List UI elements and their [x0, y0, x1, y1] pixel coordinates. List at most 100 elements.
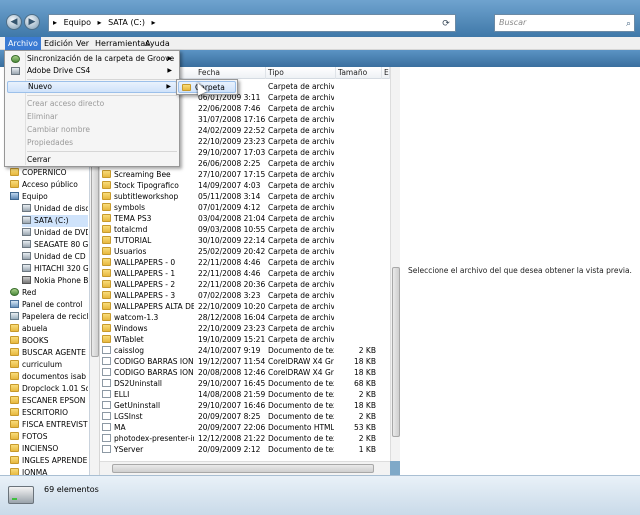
nav-item[interactable]: Unidad de CD ( — [22, 251, 88, 263]
menu-item-eliminar[interactable]: Eliminar — [7, 111, 177, 123]
file-size — [336, 158, 376, 169]
nav-item[interactable]: IONMA — [10, 467, 88, 475]
file-date: 22/11/2008 20:36 — [198, 280, 266, 289]
nav-item[interactable]: INCIENSO — [10, 443, 88, 455]
file-type: Carpeta de archivos — [268, 225, 334, 234]
refresh-icon[interactable]: ⟳ — [439, 16, 453, 30]
nav-scroll-thumb[interactable] — [91, 157, 99, 357]
file-row[interactable]: TUTORIAL 30/10/2009 22:14 Carpeta de archi… — [100, 235, 390, 246]
forward-button[interactable]: ▶ — [24, 14, 40, 30]
file-row[interactable]: WALLPAPERS ALTA DE… 22/10/2009 10:20Carpe… — [100, 301, 390, 312]
menu-item-cerrar[interactable]: Cerrar — [7, 154, 177, 166]
menu-ayuda[interactable]: Ayuda — [142, 37, 173, 50]
file-row[interactable]: WTablet 19/10/2009 15:21 Carpeta de archiv… — [100, 334, 390, 345]
breadcrumb-equipo[interactable]: Equipo — [64, 18, 91, 27]
file-name: DS2Uninstall — [102, 378, 194, 389]
list-horizontal-scrollbar[interactable] — [100, 461, 390, 475]
nav-item[interactable]: HITACHI 320 GB — [22, 263, 88, 275]
search-input[interactable]: Buscar ⌕ — [494, 14, 635, 32]
menu-item-adobe-drive[interactable]: Adobe Drive CS4 ▶ — [7, 65, 177, 77]
breadcrumb-arrow-icon[interactable]: ▸ — [98, 18, 102, 27]
file-row[interactable]: WALLPAPERS - 1 22/11/2008 4:46 Carpeta de … — [100, 268, 390, 279]
nav-item[interactable]: Equipo — [10, 191, 88, 203]
menu-item-propiedades[interactable]: Propiedades — [7, 137, 177, 149]
file-row[interactable]: Windows 22/10/2009 23:23 Carpeta de archiv… — [100, 323, 390, 334]
file-name: WALLPAPERS - 0 — [102, 257, 194, 268]
file-date: 28/12/2008 16:04 — [198, 313, 266, 322]
column-date[interactable]: Fecha modificación — [196, 67, 266, 89]
folder-icon — [10, 384, 19, 392]
nav-item[interactable]: BOOKS — [10, 335, 88, 347]
drive-icon — [22, 252, 31, 260]
file-row[interactable]: Stock Tipografico 14/09/2007 4:03 Carpeta … — [100, 180, 390, 191]
nav-item[interactable]: FISCA ENTREVIST — [10, 419, 88, 431]
file-type: Carpeta de archivos — [268, 280, 334, 289]
file-name-label: WALLPAPERS ALTA DE… — [114, 302, 194, 311]
menu-item-crear-acceso[interactable]: Crear acceso directo — [7, 98, 177, 110]
back-arrow-icon: ◀ — [10, 17, 18, 27]
nav-item[interactable]: Papelera de recicl — [10, 311, 88, 323]
nav-item[interactable]: curriculum — [10, 359, 88, 371]
file-row[interactable]: symbols 07/01/2009 4:12 Carpeta de archivo… — [100, 202, 390, 213]
nav-item[interactable]: abuela — [10, 323, 88, 335]
breadcrumb-arrow-icon[interactable]: ▸ — [53, 18, 57, 27]
nav-item[interactable]: Red — [10, 287, 88, 299]
nav-item[interactable]: Panel de control — [10, 299, 88, 311]
address-bar[interactable]: ▸ Equipo ▸ SATA (C:) ▸ ⟳ — [48, 14, 456, 32]
file-row[interactable]: YServer 20/09/2009 2:12 Documento de tex… 1… — [100, 444, 390, 455]
file-row[interactable]: LGSInst 20/09/2007 8:25 Documento de tex… 2… — [100, 411, 390, 422]
file-row[interactable]: WALLPAPERS - 2 22/11/2008 20:36 Carpeta de… — [100, 279, 390, 290]
nav-item[interactable]: Nokia Phone Br — [22, 275, 88, 287]
file-date: 20/08/2008 12:46 — [198, 368, 266, 377]
list-vertical-scrollbar[interactable] — [390, 67, 400, 461]
panel-icon — [10, 300, 19, 308]
nav-item[interactable]: documentos isab — [10, 371, 88, 383]
menu-edicion[interactable]: Edición — [41, 37, 76, 50]
nav-item[interactable]: BUSCAR AGENTE — [10, 347, 88, 359]
breadcrumb-arrow-icon[interactable]: ▸ — [152, 18, 156, 27]
nav-item[interactable]: SEAGATE 80 GB — [22, 239, 88, 251]
column-extra[interactable]: E — [382, 67, 390, 79]
column-size[interactable]: Tamaño — [336, 67, 382, 79]
nav-item[interactable]: SATA (C:) — [22, 215, 88, 227]
nav-item[interactable]: INGLES APRENDE — [10, 455, 88, 467]
back-button[interactable]: ◀ — [6, 14, 22, 30]
nav-item[interactable]: ESCRITORIO — [10, 407, 88, 419]
file-row[interactable]: caisslog 24/10/2007 9:19 Documento de tex…… — [100, 345, 390, 356]
file-row[interactable]: watcom-1.3 28/12/2008 16:04 Carpeta de arc… — [100, 312, 390, 323]
column-type[interactable]: Tipo — [266, 67, 336, 79]
menu-item-groove[interactable]: Sincronización de la carpeta de Groove ▶ — [7, 53, 177, 65]
folder-icon — [10, 468, 19, 475]
file-row[interactable]: Screaming Bee 27/10/2007 17:15 Carpeta de … — [100, 169, 390, 180]
folder-icon — [102, 269, 111, 277]
file-row[interactable]: Usuarios 25/02/2009 20:42 Carpeta de archi… — [100, 246, 390, 257]
menu-archivo[interactable]: Archivo — [5, 37, 41, 50]
file-row[interactable]: GetUninstall 29/10/2007 16:46 Documento de… — [100, 400, 390, 411]
breadcrumb-drive[interactable]: SATA (C:) — [108, 18, 145, 27]
menu-item-nuevo[interactable]: Nuevo ▶ — [7, 81, 177, 93]
list-hscroll-thumb[interactable] — [112, 464, 374, 473]
file-row[interactable]: TEMA PS3 03/04/2008 21:04 Carpeta de archi… — [100, 213, 390, 224]
menu-item-cambiar-nombre[interactable]: Cambiar nombre — [7, 124, 177, 136]
nav-item[interactable]: FOTOS — [10, 431, 88, 443]
file-row[interactable]: DS2Uninstall 29/10/2007 16:45 Documento de… — [100, 378, 390, 389]
file-row[interactable]: CODIGO BARRAS ION… 19/12/2007 11:54 CorelD… — [100, 356, 390, 367]
folder-icon — [10, 360, 19, 368]
file-row[interactable]: totalcmd 09/03/2008 10:55 Carpeta de archi… — [100, 224, 390, 235]
nav-item[interactable]: Unidad de disq — [22, 203, 88, 215]
menu-ver[interactable]: Ver — [73, 37, 92, 50]
file-row[interactable]: WALLPAPERS - 0 22/11/2008 4:46 Carpeta de … — [100, 257, 390, 268]
nav-item[interactable]: Unidad de DVD — [22, 227, 88, 239]
nav-item[interactable]: ESCANER EPSON — [10, 395, 88, 407]
file-row[interactable]: WALLPAPERS - 3 07/02/2008 3:23 Carpeta de … — [100, 290, 390, 301]
file-row[interactable]: CODIGO BARRAS ION… 20/08/2008 12:46 CorelD… — [100, 367, 390, 378]
file-row[interactable]: photodex-presenter-in… 12/12/2008 21:22Do… — [100, 433, 390, 444]
file-row[interactable]: ELLI 14/08/2008 21:59Documento de tex… 2 K… — [100, 389, 390, 400]
nav-item[interactable]: Dropclock 1.01 Sc — [10, 383, 88, 395]
search-icon[interactable]: ⌕ — [626, 16, 631, 32]
list-scroll-thumb[interactable] — [392, 267, 400, 437]
nav-item[interactable]: COPERNICO — [10, 167, 88, 179]
file-row[interactable]: subtitleworkshop 05/11/2008 3:14 Carpeta d… — [100, 191, 390, 202]
file-row[interactable]: MA 20/09/2007 22:06 Documento HTML 53 KB — [100, 422, 390, 433]
nav-item[interactable]: Acceso público — [10, 179, 88, 191]
